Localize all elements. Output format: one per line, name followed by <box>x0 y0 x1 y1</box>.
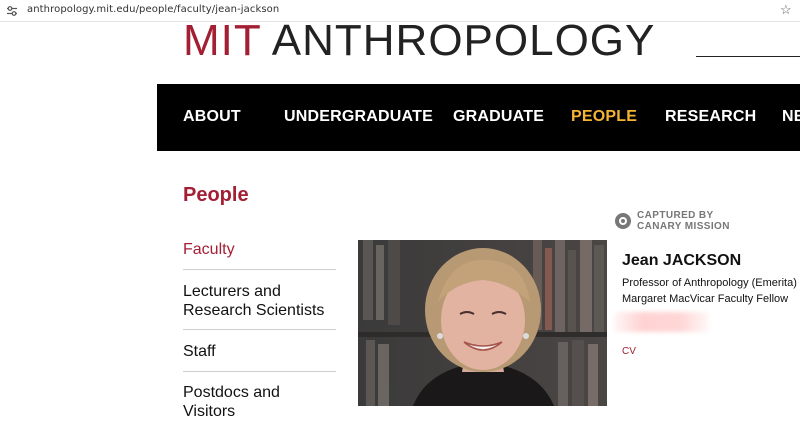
person-title-2: Margaret MacVicar Faculty Fellow <box>622 293 789 305</box>
badge-line1: CAPTURED BY <box>637 210 714 221</box>
nav-item-research[interactable]: RESEARCH <box>665 108 756 126</box>
nav-item-graduate[interactable]: GRADUATE <box>453 108 544 126</box>
nav-item-news[interactable]: NE <box>782 108 800 126</box>
url-text[interactable]: anthropology.mit.edu/people/faculty/jean… <box>27 4 279 15</box>
divider <box>183 269 336 270</box>
divider <box>183 371 336 372</box>
logo-mit: MIT <box>183 16 261 65</box>
redacted-contact <box>614 312 709 332</box>
star-icon[interactable]: ☆ <box>780 2 792 18</box>
section-title: People <box>183 184 249 206</box>
nav-item-about[interactable]: ABOUT <box>183 108 241 126</box>
nav-item-undergraduate[interactable]: UNDERGRADUATE <box>284 108 433 126</box>
cv-link[interactable]: CV <box>622 346 636 357</box>
sidebar-item-faculty[interactable]: Faculty <box>183 240 336 259</box>
search-input[interactable] <box>696 56 800 57</box>
badge-line2: CANARY MISSION <box>637 221 730 232</box>
site-logo[interactable]: MIT ANTHROPOLOGY <box>183 17 655 65</box>
sidebar-item-postdocs[interactable]: Postdocs and Visitors <box>183 383 336 421</box>
tune-icon[interactable] <box>6 5 18 17</box>
logo-anthropology: ANTHROPOLOGY <box>271 16 656 65</box>
main-nav: ABOUT UNDERGRADUATE GRADUATE PEOPLE RESE… <box>157 84 800 151</box>
nav-item-people[interactable]: PEOPLE <box>571 108 637 126</box>
sidebar-item-lecturers[interactable]: Lecturers and Research Scientists <box>183 282 336 320</box>
canary-mission-icon <box>615 213 631 229</box>
sidebar-item-staff[interactable]: Staff <box>183 342 336 361</box>
divider <box>183 329 336 330</box>
person-name: Jean JACKSON <box>622 252 742 269</box>
faculty-photo <box>358 240 607 406</box>
person-title-1: Professor of Anthropology (Emerita) <box>622 277 797 289</box>
